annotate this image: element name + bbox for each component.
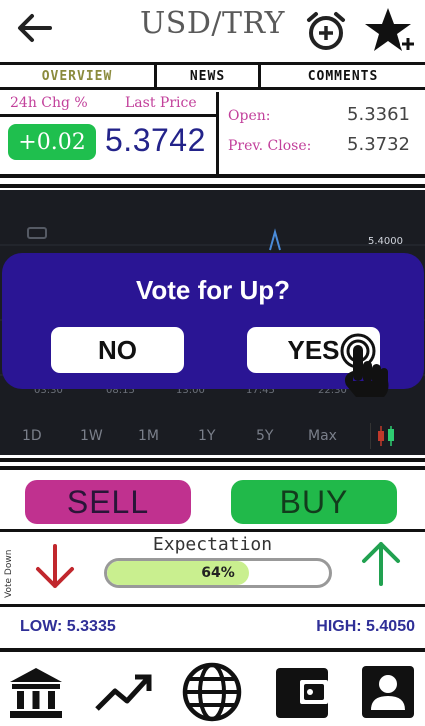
buy-button[interactable]: BUY	[231, 480, 397, 524]
tab-comments[interactable]: COMMENTS	[261, 65, 425, 87]
range-tab-1m[interactable]: 1M	[138, 428, 159, 444]
range-tab-1d[interactable]: 1D	[22, 428, 42, 444]
tab-overview[interactable]: OVERVIEW	[0, 65, 157, 87]
price-left-panel: 24h Chg % Last Price +0.02 5.3742	[0, 92, 219, 174]
nav-markets[interactable]	[92, 660, 156, 724]
price-summary: 24h Chg % Last Price +0.02 5.3742 Open: …	[0, 92, 425, 174]
progress-percent: 64%	[201, 565, 235, 581]
alarm-clock-icon	[307, 12, 345, 50]
chart-price-label: 5.4000	[368, 236, 403, 247]
tab-bar: OVERVIEW NEWS COMMENTS	[0, 62, 425, 90]
candlestick-icon	[378, 426, 394, 446]
profile-icon	[362, 666, 414, 718]
range-tab-max[interactable]: Max	[308, 428, 337, 444]
open-value: 5.3361	[347, 104, 410, 125]
wallet-icon	[276, 668, 328, 718]
nav-profile[interactable]	[356, 660, 420, 724]
nav-wallet[interactable]	[270, 660, 334, 724]
expectation-panel: Vote Down Expectation 64%	[0, 534, 425, 604]
divider	[0, 184, 425, 188]
range-tab-1y[interactable]: 1Y	[198, 428, 215, 444]
day-range: LOW: 5.3335 HIGH: 5.4050	[0, 606, 425, 650]
change-label: 24h Chg %	[10, 95, 88, 111]
vote-up-arrow-icon[interactable]	[356, 538, 406, 588]
vote-dialog-title: Vote for Up?	[135, 275, 291, 305]
tap-hand-icon	[340, 333, 389, 397]
nav-bank[interactable]	[4, 660, 68, 724]
expectation-progress: 64%	[104, 558, 332, 588]
high-value: HIGH: 5.4050	[316, 618, 415, 635]
open-label: Open:	[228, 108, 271, 124]
divider	[0, 458, 425, 462]
header: USD/TRY	[0, 0, 425, 60]
low-value: LOW: 5.3335	[20, 618, 116, 635]
trade-buttons: SELL BUY	[0, 470, 425, 532]
open-row: Open: 5.3361	[228, 104, 424, 125]
bank-icon	[10, 668, 62, 718]
divider	[0, 114, 219, 117]
globe-icon	[182, 662, 242, 722]
price-right-panel: Open: 5.3361 Prev. Close: 5.3732	[222, 92, 425, 174]
range-tabs: 1D 1W 1M 1Y 5Y Max	[0, 428, 425, 452]
alarm-button[interactable]	[303, 8, 349, 54]
last-price-value: 5.3742	[105, 122, 206, 158]
prev-close-label: Prev. Close:	[228, 138, 312, 154]
bottom-nav	[0, 656, 425, 726]
nav-world[interactable]	[180, 660, 244, 724]
trend-icon	[95, 674, 152, 711]
vote-down-arrow-icon[interactable]	[30, 542, 80, 592]
vote-no-button[interactable]: NO	[51, 327, 184, 373]
sell-button[interactable]: SELL	[25, 480, 191, 524]
prev-close-value: 5.3732	[347, 134, 410, 155]
change-badge: +0.02	[8, 124, 96, 160]
tab-news[interactable]: NEWS	[157, 65, 261, 87]
divider	[0, 174, 425, 178]
last-price-label: Last Price	[125, 95, 197, 111]
range-tab-5y[interactable]: 5Y	[256, 428, 273, 444]
prev-close-row: Prev. Close: 5.3732	[228, 134, 424, 155]
divider	[0, 648, 425, 652]
star-plus-icon	[365, 8, 416, 52]
candlestick-toggle[interactable]	[370, 423, 402, 449]
range-tab-1w[interactable]: 1W	[80, 428, 103, 444]
divider	[0, 529, 425, 532]
add-favorite-button[interactable]	[362, 4, 418, 60]
